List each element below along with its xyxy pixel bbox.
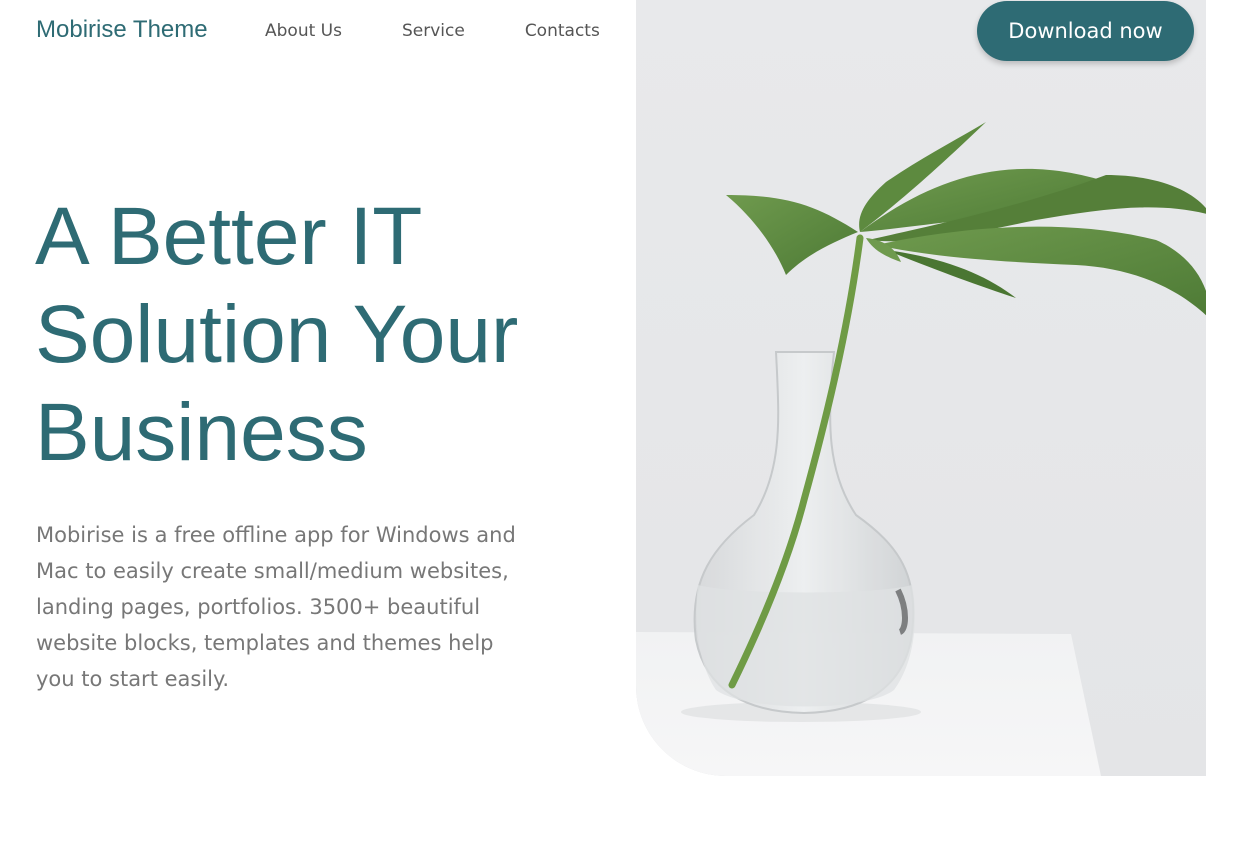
download-now-button[interactable]: Download now (977, 1, 1194, 61)
nav-link-service[interactable]: Service (402, 21, 465, 41)
hero-image-plant-vase (636, 0, 1206, 776)
brand-logo-link[interactable]: Mobirise Theme (36, 16, 208, 44)
nav-link-contacts[interactable]: Contacts (525, 21, 600, 41)
nav-link-about-us[interactable]: About Us (265, 21, 342, 41)
hero-description: Mobirise is a free offline app for Windo… (36, 523, 516, 691)
page: Mobirise Theme About Us Service Contacts (0, 0, 1238, 847)
main-nav: About Us Service Contacts (265, 21, 600, 41)
hero-title: A Better IT Solution Your Business (35, 191, 519, 478)
